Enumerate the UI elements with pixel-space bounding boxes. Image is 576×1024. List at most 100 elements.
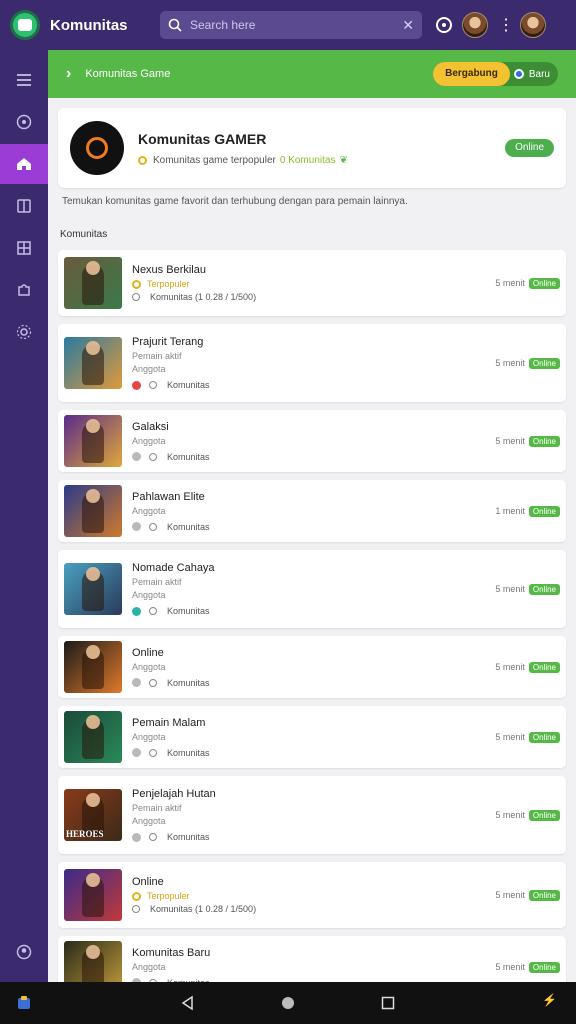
community-list: Nexus Berkilau Terpopuler Komunitas (1 0.2… <box>58 250 566 982</box>
item-title: Nexus Berkilau <box>132 264 206 276</box>
item-line-2: Anggota <box>132 816 166 826</box>
list-item[interactable]: Online Anggota Komunitas 5 menit Online <box>58 636 566 698</box>
top-bar: Komunitas ✕ ⋮ <box>0 0 576 50</box>
item-meta: Komunitas (1 0.28 / 1/500) <box>150 904 257 914</box>
item-time: 5 menit <box>495 890 525 900</box>
clock-icon <box>149 381 157 389</box>
item-line: Anggota <box>132 505 166 516</box>
status-dot <box>132 452 141 461</box>
chevron-right-icon: › <box>66 65 72 82</box>
settings-icon[interactable] <box>0 312 48 352</box>
location-icon[interactable] <box>436 17 452 33</box>
item-tag: Terpopuler <box>147 891 190 901</box>
status-badge[interactable]: Online <box>528 889 560 901</box>
coin-icon <box>138 155 147 165</box>
game-thumbnail <box>64 485 122 537</box>
list-item[interactable]: HEROES Penjelajah Hutan Pemain aktif Anggot… <box>58 776 566 854</box>
community-logo <box>70 121 124 175</box>
community-profile-card[interactable]: Komunitas GAMER Komunitas game terpopule… <box>58 108 566 188</box>
status-badge[interactable]: Online <box>528 583 560 595</box>
item-title: Komunitas Baru <box>132 946 211 959</box>
status-badge[interactable]: Online <box>528 809 560 821</box>
item-time: 5 menit <box>495 436 525 446</box>
menu-icon[interactable] <box>0 60 48 100</box>
status-dot <box>132 748 141 757</box>
game-thumbnail <box>64 711 122 763</box>
community-name: Komunitas GAMER <box>138 130 267 147</box>
item-line: Pemain aktif <box>132 351 182 361</box>
item-time: 5 menit <box>495 584 525 594</box>
home-circle-icon[interactable] <box>278 993 298 1013</box>
more-options-icon[interactable]: ⋮ <box>498 15 514 35</box>
close-icon[interactable]: ✕ <box>402 17 414 34</box>
recents-icon[interactable] <box>378 993 398 1013</box>
list-item[interactable]: Nexus Berkilau Terpopuler Komunitas (1 0.2… <box>58 250 566 316</box>
status-badge[interactable]: Online <box>528 505 560 517</box>
clock-icon <box>149 607 157 615</box>
list-item[interactable]: Online Terpopuler Komunitas (1 0.28 / 1/50… <box>58 862 566 928</box>
item-title: Online <box>132 876 164 888</box>
list-item[interactable]: Pahlawan Elite Anggota Komunitas 1 menit Onl… <box>58 480 566 542</box>
item-meta: Komunitas <box>167 380 210 390</box>
item-line: Pemain aktif <box>132 577 182 587</box>
status-dot <box>132 678 141 687</box>
clock-icon <box>149 748 157 757</box>
clock-icon <box>149 833 157 841</box>
status-dot <box>132 606 141 616</box>
coin-icon <box>132 279 141 289</box>
puzzle-icon[interactable] <box>0 270 48 310</box>
status-badge[interactable]: Online <box>528 731 560 743</box>
status-badge[interactable]: Online <box>528 961 560 973</box>
clock-icon <box>149 522 157 531</box>
search-bar[interactable]: ✕ <box>160 11 422 39</box>
main-content: Komunitas GAMER Komunitas game terpopule… <box>48 98 576 982</box>
back-icon[interactable] <box>178 993 198 1013</box>
thumbnail-caption: HEROES <box>66 829 104 839</box>
item-time: 5 menit <box>495 662 525 672</box>
join-status-label: Baru <box>528 68 550 80</box>
list-item[interactable]: Prajurit Terang Pemain aktif Anggota Komuni… <box>58 324 566 402</box>
avatar[interactable] <box>462 12 488 38</box>
list-item[interactable]: Komunitas BaruAnggotaKomunitas5 menitOnl… <box>58 936 566 982</box>
game-thumbnail: HEROES <box>64 789 122 841</box>
grid-icon[interactable] <box>0 228 48 268</box>
search-input[interactable] <box>190 18 403 32</box>
list-item[interactable]: Nomade Cahaya Pemain aktif Anggota Komunita… <box>58 550 566 628</box>
item-line: Anggota <box>132 731 166 742</box>
item-meta: Komunitas <box>167 832 210 842</box>
item-time: 1 menit <box>495 506 525 516</box>
profile-avatar[interactable] <box>520 12 546 38</box>
clock-icon <box>132 293 140 301</box>
book-icon[interactable] <box>0 186 48 226</box>
community-description: Temukan komunitas game favorit dan terhu… <box>62 196 408 207</box>
home-icon[interactable] <box>0 144 48 184</box>
list-item[interactable]: Pemain Malam Anggota Komunitas 5 menit Onlin… <box>58 706 566 768</box>
status-badge[interactable]: Online <box>528 277 560 289</box>
coin-icon <box>132 891 141 901</box>
status-dot <box>132 522 141 531</box>
item-line: Pemain aktif <box>132 803 182 813</box>
status-badge[interactable]: Online <box>528 357 560 369</box>
app-logo-icon[interactable] <box>10 10 40 40</box>
item-meta: Komunitas <box>167 521 210 532</box>
join-button[interactable]: Bergabung Baru <box>433 62 558 86</box>
status-badge[interactable]: Online <box>528 435 560 447</box>
status-dot <box>132 832 141 842</box>
community-subtitle: Komunitas game terpopuler <box>153 154 276 166</box>
item-title: Pemain Malam <box>132 716 206 729</box>
online-status-badge[interactable]: Online <box>505 139 554 157</box>
item-title: Prajurit Terang <box>132 336 204 348</box>
clock-icon <box>149 678 157 687</box>
account-icon[interactable] <box>0 932 48 972</box>
status-badge[interactable]: Online <box>528 661 560 673</box>
banner-text: Komunitas Game <box>85 68 171 80</box>
list-item[interactable]: Galaksi Anggota Komunitas 5 menit Online <box>58 410 566 472</box>
compass-icon[interactable] <box>0 102 48 142</box>
network-icon[interactable]: ⚡ <box>542 993 562 1013</box>
clock-icon <box>132 905 140 913</box>
item-line: Anggota <box>132 961 166 972</box>
community-banner[interactable]: › Komunitas Game Bergabung Baru <box>48 50 576 98</box>
game-thumbnail <box>64 257 122 309</box>
app-shortcut-icon[interactable] <box>14 993 34 1013</box>
status-dot <box>132 380 141 390</box>
